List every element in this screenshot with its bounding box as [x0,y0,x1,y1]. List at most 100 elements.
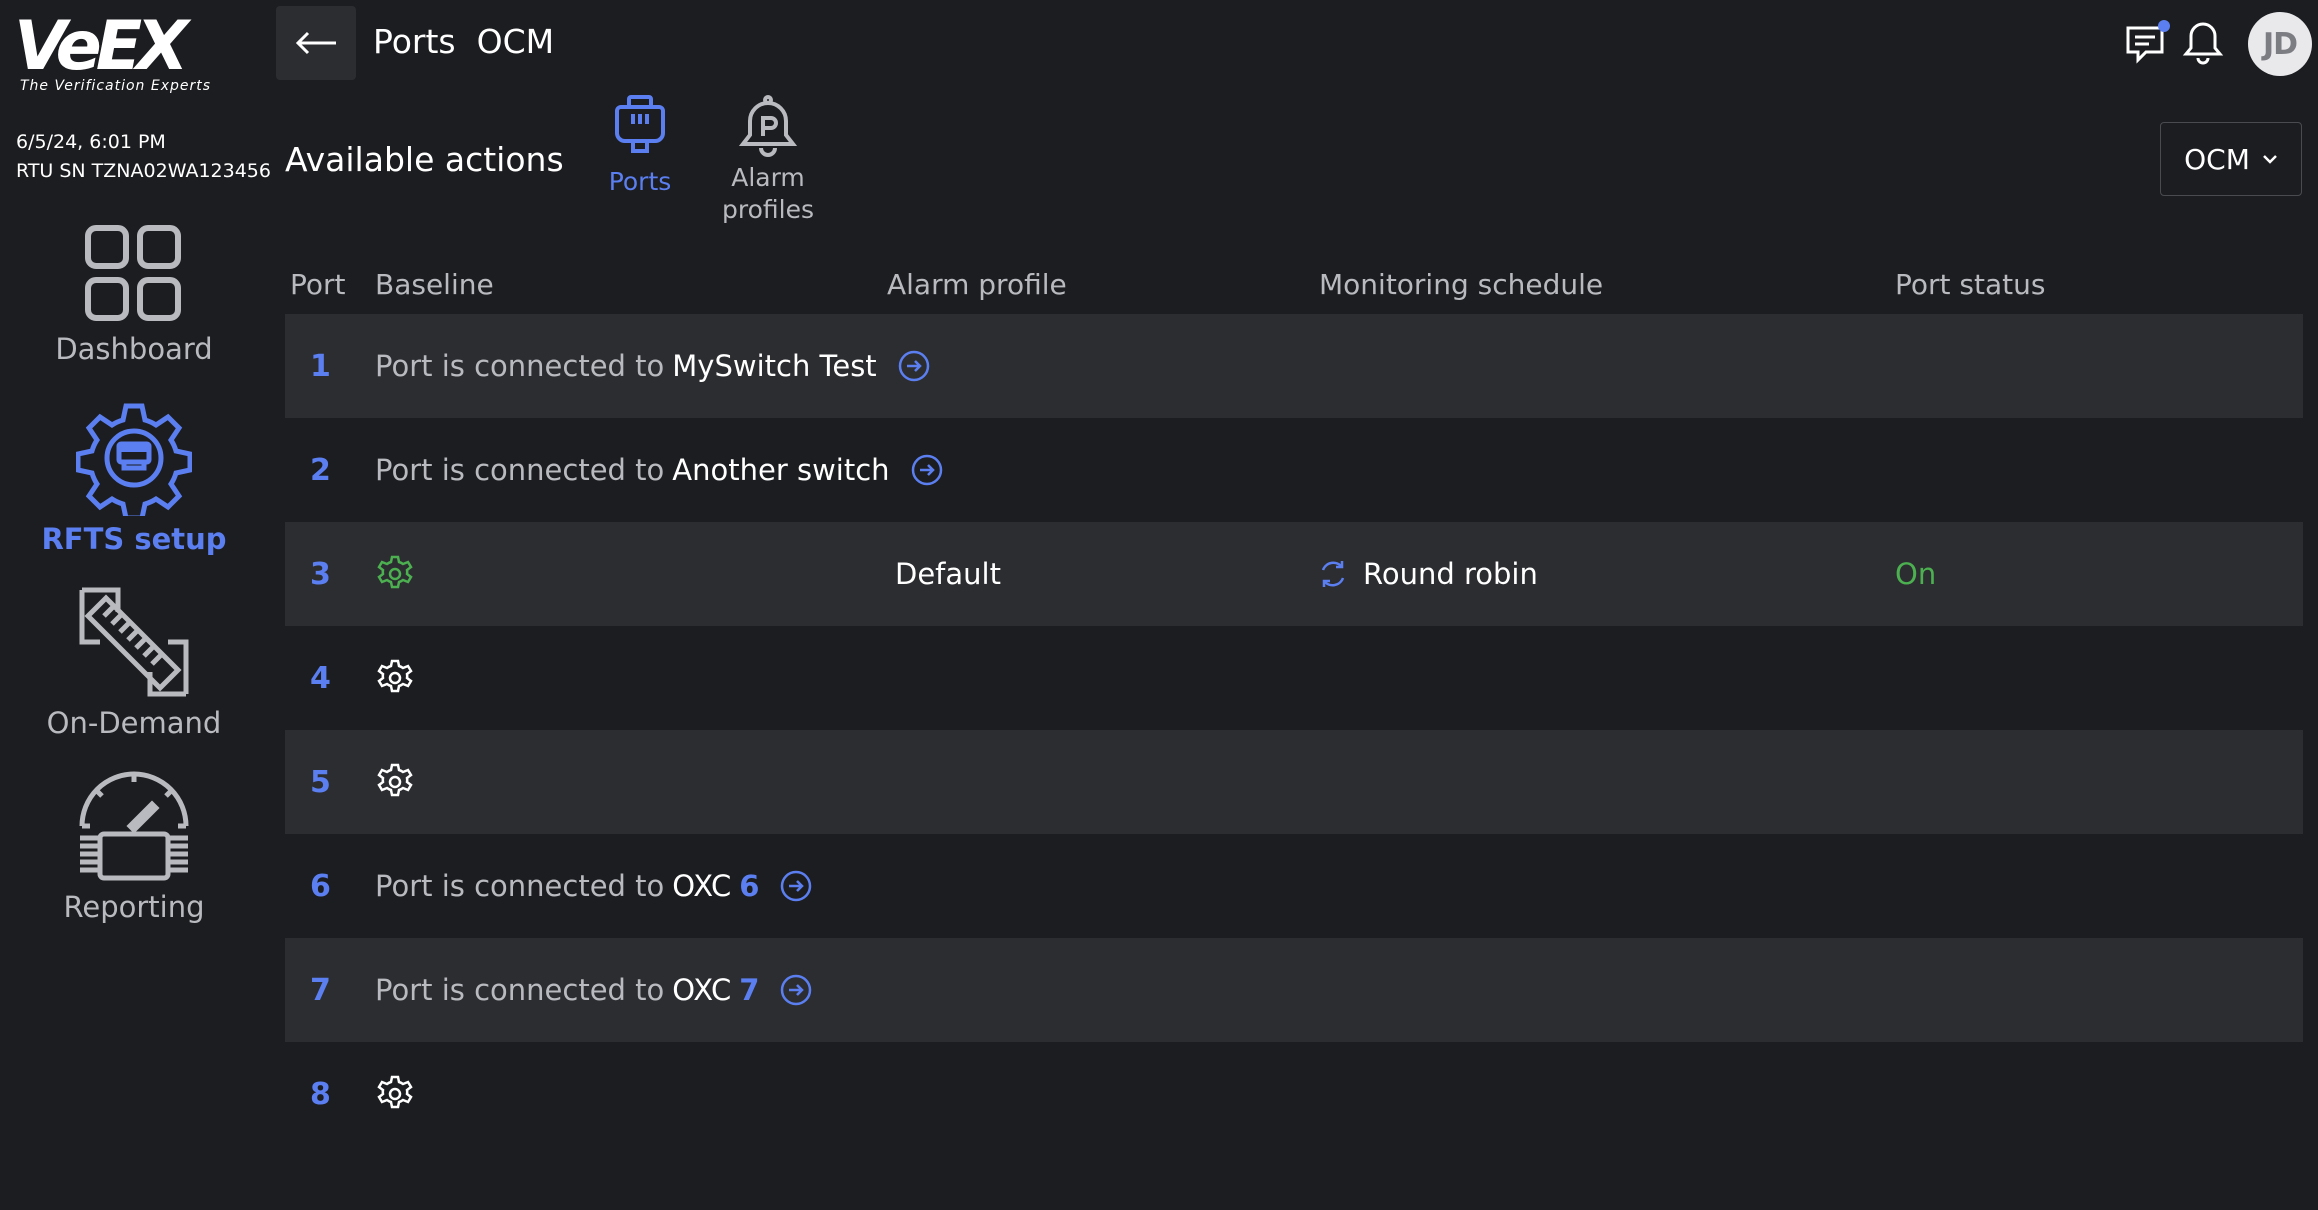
logo-wordmark: VeEX [14,7,189,86]
column-header-monitoring-schedule: Monitoring schedule [1319,268,1604,301]
configure-port-button[interactable] [375,762,415,802]
port-number: 3 [310,556,331,592]
connected-prefix: Port is connected to [375,453,665,487]
baseline-cell: Port is connected to MySwitch Test [375,314,931,418]
arrow-circle-right-icon [781,974,812,1006]
gear-icon [377,659,413,693]
serial-text: RTU SN TZNA02WA123456 [16,160,271,182]
sidebar: VeEX The Verification Experts 6/5/24, 6:… [0,0,271,1210]
connected-target: OXC [672,973,732,1007]
configure-port-button[interactable] [375,554,415,594]
table-row[interactable]: 7 Port is connected to OXC 7 [285,938,2303,1042]
chat-icon[interactable] [2124,20,2172,66]
connected-target-number: 6 [739,869,760,903]
table-header: Port Baseline Alarm profile Monitoring s… [285,262,2303,314]
nav-label-reporting: Reporting [63,890,205,924]
table-row[interactable]: 8 [285,1042,2303,1146]
configure-port-button[interactable] [375,658,415,698]
schedule-cell: Round robin [1317,522,1538,626]
nav-label-dashboard: Dashboard [55,332,213,366]
veex-logo: VeEX The Verification Experts [14,12,214,102]
page-title: Ports OCM [373,22,555,61]
port-number: 2 [310,452,331,488]
port-number: 7 [310,972,331,1008]
alarm-bell-p-icon [738,95,798,157]
arrow-circle-right-icon [911,454,942,486]
baseline-cell [375,730,415,834]
baseline-cell [375,626,415,730]
action-alarm-label-line2: profiles [722,195,814,224]
connected-target-number: 7 [739,973,760,1007]
column-header-port: Port [290,268,346,301]
back-button[interactable] [276,6,356,80]
available-actions-title: Available actions [285,140,564,179]
bell-icon[interactable] [2182,20,2224,66]
ocm-select-value: OCM [2184,142,2250,176]
column-header-baseline: Baseline [375,268,494,301]
logo-tagline: The Verification Experts [20,78,212,94]
connected-target: OXC [672,869,732,903]
action-alarm-profiles[interactable]: Alarm profiles [716,94,820,226]
table-row[interactable]: 6 Port is connected to OXC 6 [285,834,2303,938]
baseline-cell: Port is connected to OXC 7 [375,938,813,1042]
ports-table: Port Baseline Alarm profile Monitoring s… [285,262,2303,1146]
connected-prefix: Port is connected to [375,349,665,383]
table-row[interactable]: 3 Default Round robin On [285,522,2303,626]
port-number: 5 [310,764,331,800]
nav-label-on-demand: On-Demand [46,706,222,740]
configure-port-button[interactable] [375,1074,415,1114]
go-to-target-button[interactable] [897,349,931,383]
action-alarm-label-line1: Alarm [731,163,805,192]
table-row[interactable]: 5 [285,730,2303,834]
alarm-profile-value: Default [895,557,1001,591]
baseline-cell [375,1042,415,1146]
baseline-cell [375,522,415,626]
datetime-text: 6/5/24, 6:01 PM [16,131,166,153]
column-header-port-status: Port status [1895,268,2046,301]
go-to-target-button[interactable] [910,453,944,487]
on-demand-icon [79,587,189,697]
avatar[interactable]: JD [2248,12,2312,76]
port-number: 8 [310,1076,331,1112]
rfts-setup-icon [76,403,192,516]
nav-item-reporting[interactable]: Reporting [0,768,268,924]
action-ports-label: Ports [608,167,672,196]
nav-item-rfts-setup[interactable]: RFTS setup [0,400,268,556]
nav-item-dashboard[interactable]: Dashboard [0,222,268,366]
port-number: 6 [310,868,331,904]
arrow-circle-right-icon [898,350,929,382]
port-number: 4 [310,660,331,696]
header-icons: JD [2118,10,2318,76]
connected-target: Another switch [672,453,890,487]
connected-target: MySwitch Test [672,349,877,383]
arrow-left-icon [295,31,336,55]
round-robin-icon [1321,561,1345,587]
dashboard-icon [85,225,181,321]
table-row[interactable]: 2 Port is connected to Another switch [285,418,2303,522]
baseline-cell: Port is connected to Another switch [375,418,944,522]
port-number: 1 [310,348,331,384]
chevron-down-icon [2262,155,2277,164]
device-info: 6/5/24, 6:01 PM RTU SN TZNA02WA123456 [16,128,271,186]
connected-prefix: Port is connected to [375,973,665,1007]
go-to-target-button[interactable] [779,869,813,903]
go-to-target-button[interactable] [779,973,813,1007]
port-connector-icon [615,95,665,153]
table-row[interactable]: 1 Port is connected to MySwitch Test [285,314,2303,418]
table-row[interactable]: 4 [285,626,2303,730]
schedule-value: Round robin [1363,557,1538,591]
gear-icon [377,555,413,589]
ocm-select[interactable]: OCM [2160,122,2302,196]
app-root: VeEX The Verification Experts 6/5/24, 6:… [0,0,2318,1210]
port-status-value: On [1895,557,1937,591]
connected-prefix: Port is connected to [375,869,665,903]
reporting-icon [79,771,189,881]
gear-icon [377,763,413,797]
arrow-circle-right-icon [781,870,812,902]
action-ports[interactable]: Ports [600,94,680,198]
nav-item-on-demand[interactable]: On-Demand [0,584,268,740]
column-header-alarm-profile: Alarm profile [887,268,1067,301]
baseline-cell: Port is connected to OXC 6 [375,834,813,938]
nav-label-rfts-setup: RFTS setup [41,522,227,556]
gear-icon [377,1075,413,1109]
